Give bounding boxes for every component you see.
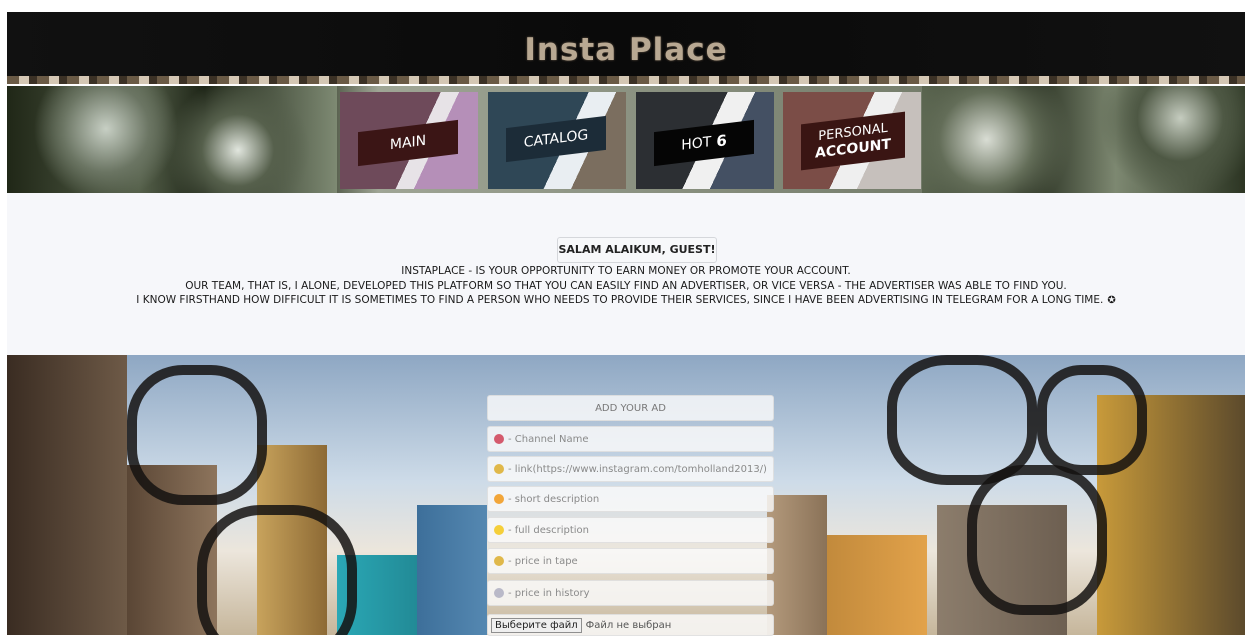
flower-icon <box>494 434 504 444</box>
link-input[interactable]: - link(https://www.instagram.com/tomholl… <box>487 456 774 482</box>
fence-overlay <box>967 465 1107 615</box>
intro-line-3: I KNOW FIRSTHAND HOW DIFFICULT IT IS SOM… <box>7 293 1245 309</box>
form-title: ADD YOUR AD <box>487 395 774 421</box>
banner-image-left <box>7 86 337 193</box>
nav-hot-button[interactable]: HOT 6 <box>636 92 774 189</box>
money-bag-icon <box>494 556 504 566</box>
price-history-input[interactable]: - price in history <box>487 580 774 606</box>
welcome-section: SALAM ALAIKUM, GUEST! INSTAPLACE - IS YO… <box>7 193 1245 355</box>
file-status-text: Файл не выбран <box>585 619 672 631</box>
fence-overlay <box>127 365 267 505</box>
nav-hot-number: 6 <box>716 131 727 151</box>
site-header: Insta Place <box>7 12 1245 84</box>
link-placeholder: - link(https://www.instagram.com/tomholl… <box>508 463 767 475</box>
nav-account-button[interactable]: PERSONAL ACCOUNT <box>783 92 921 189</box>
file-upload-row: Выберите файл Файл не выбран <box>487 614 774 636</box>
site-title: Insta Place <box>524 32 728 68</box>
full-description-placeholder: - full description <box>508 524 589 536</box>
money-bag-icon <box>494 464 504 474</box>
greeting-badge: SALAM ALAIKUM, GUEST! <box>557 237 717 263</box>
eye-icon <box>494 588 504 598</box>
price-tape-input[interactable]: - price in tape <box>487 548 774 574</box>
price-history-placeholder: - price in history <box>508 587 590 599</box>
short-description-input[interactable]: - short description <box>487 486 774 512</box>
price-tape-placeholder: - price in tape <box>508 555 578 567</box>
intro-line-3-text: I KNOW FIRSTHAND HOW DIFFICULT IT IS SOM… <box>136 294 1104 306</box>
star-icon: ✪ <box>1107 295 1116 306</box>
building <box>827 535 927 635</box>
intro-text: INSTAPLACE - IS YOUR OPPORTUNITY TO EARN… <box>7 264 1245 309</box>
nav-catalog-button[interactable]: CATALOG <box>488 92 626 189</box>
nav-hot-text: HOT <box>681 134 712 154</box>
intro-line-1: INSTAPLACE - IS YOUR OPPORTUNITY TO EARN… <box>401 265 851 277</box>
short-description-placeholder: - short description <box>508 493 600 505</box>
hand-icon <box>494 494 504 504</box>
nav-main-button[interactable]: MAIN <box>340 92 478 189</box>
channel-name-placeholder: - Channel Name <box>508 433 589 445</box>
nav-banner <box>7 86 1245 193</box>
fence-overlay <box>197 505 357 635</box>
channel-name-input[interactable]: - Channel Name <box>487 426 774 452</box>
building <box>417 505 487 635</box>
fence-overlay <box>1037 365 1147 475</box>
banner-image-right <box>922 86 1245 193</box>
building <box>7 355 127 635</box>
building <box>767 495 827 635</box>
smile-icon <box>494 525 504 535</box>
choose-file-button[interactable]: Выберите файл <box>491 617 582 633</box>
top-caption <box>0 0 1245 12</box>
intro-line-2: OUR TEAM, THAT IS, I ALONE, DEVELOPED TH… <box>185 279 1067 292</box>
full-description-input[interactable]: - full description <box>487 517 774 543</box>
